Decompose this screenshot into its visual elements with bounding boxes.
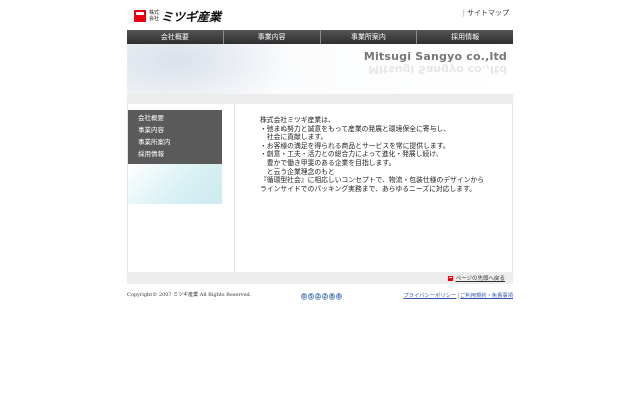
sitemap-separator: | (462, 9, 465, 17)
banner-swirl-decoration (127, 44, 297, 94)
counter-digit: 5 (308, 293, 314, 300)
nav-recruit[interactable]: 採用情報 (417, 30, 513, 44)
terms-link[interactable]: ご利用規約・免責事項 (460, 293, 513, 299)
counter-digit: 2 (315, 293, 321, 300)
sidebar-gradient-panel (128, 164, 222, 204)
sidebar-item-company-overview[interactable]: 会社概要 (138, 112, 222, 124)
header: 株式 会社 ミツギ産業 | サイトマップ (127, 0, 513, 30)
page-top-link-wrap: ページの先頭へ戻る (447, 274, 505, 282)
nav-business[interactable]: 事業内容 (223, 30, 321, 44)
global-nav: 会社概要 事業内容 事業所案内 採用情報 (127, 30, 513, 44)
main-content: 株式会社ミツギ産業は、 ・弛まぬ努力と誠意をもって産業の発展と環境保全に寄与し、… (260, 116, 510, 193)
counter-digit: 8 (329, 293, 335, 300)
banner-title-reflection: Mitsugi Sangyo co.,ltd (368, 63, 507, 76)
arrow-up-icon (447, 275, 453, 281)
logo-small-text: 株式 会社 (149, 10, 159, 22)
company-logo[interactable]: 株式 会社 ミツギ産業 (134, 8, 221, 24)
access-counter: 0 5 2 2 8 6 (301, 293, 343, 300)
main-text-line: ラインサイドでのパッキング実務まで、あらゆるニーズに対応します。 (260, 184, 477, 193)
footer-links: プライバシーポリシー|ご利用規約・免責事項 (403, 291, 513, 299)
nav-offices[interactable]: 事業所案内 (320, 30, 418, 44)
main-text-line: ・創意・工夫・活力との総合力によって進化・発展し続け、 (260, 150, 443, 159)
logo-small-line2: 会社 (149, 16, 160, 22)
sidebar-item-recruit[interactable]: 採用情報 (138, 148, 222, 160)
privacy-policy-link[interactable]: プライバシーポリシー (403, 293, 456, 299)
sitemap-link-wrap: | サイトマップ (463, 8, 509, 18)
main-text-line: 社会に貢献します。 (260, 133, 328, 142)
content-area: 会社概要 事業内容 事業所案内 採用情報 株式会社ミツギ産業は、 ・弛まぬ努力と… (127, 104, 513, 272)
counter-digit: 0 (301, 293, 307, 300)
footer-band: ページの先頭へ戻る (127, 272, 513, 284)
sitemap-link[interactable]: サイトマップ (467, 9, 509, 17)
page-container: 株式 会社 ミツギ産業 | サイトマップ 会社概要 事業内容 事業所案内 採用情報… (127, 0, 513, 300)
hero-banner: Mitsugi Sangyo co.,ltd Mitsugi Sangyo co… (127, 44, 513, 94)
page-top-link[interactable]: ページの先頭へ戻る (456, 274, 505, 282)
sidebar-item-offices[interactable]: 事業所案内 (138, 136, 222, 148)
counter-digit: 6 (336, 293, 342, 300)
nav-company-overview[interactable]: 会社概要 (127, 30, 224, 44)
banner-bottom-band (127, 94, 513, 104)
banner-title: Mitsugi Sangyo co.,ltd (363, 50, 507, 63)
main-text-line: 株式会社ミツギ産業は、 (260, 116, 335, 124)
main-text-line: 『循環型社会』に相応しいコンセプトで、物流・包装仕様のデザインから (260, 176, 485, 185)
logo-mark-icon (134, 10, 146, 22)
main-text-line: 豊かで働き甲斐のある企業を目指します。 (260, 158, 396, 167)
sidebar-item-business[interactable]: 事業内容 (138, 124, 222, 136)
copyright-text: Copyright© 2007 ミツギ産業 All Rights Reserve… (127, 292, 252, 298)
main-text-line: と云う企業理念のもと (260, 167, 335, 176)
column-divider (234, 104, 235, 272)
counter-digit: 2 (322, 293, 328, 300)
main-text-line: ・弛まぬ努力と誠意をもって産業の発展と環境保全に寄与し、 (260, 124, 450, 133)
footer-link-separator: | (457, 293, 460, 299)
sidebar: 会社概要 事業内容 事業所案内 採用情報 (128, 110, 222, 204)
sidebar-menu: 会社概要 事業内容 事業所案内 採用情報 (128, 110, 222, 164)
logo-text: ミツギ産業 (161, 9, 222, 24)
